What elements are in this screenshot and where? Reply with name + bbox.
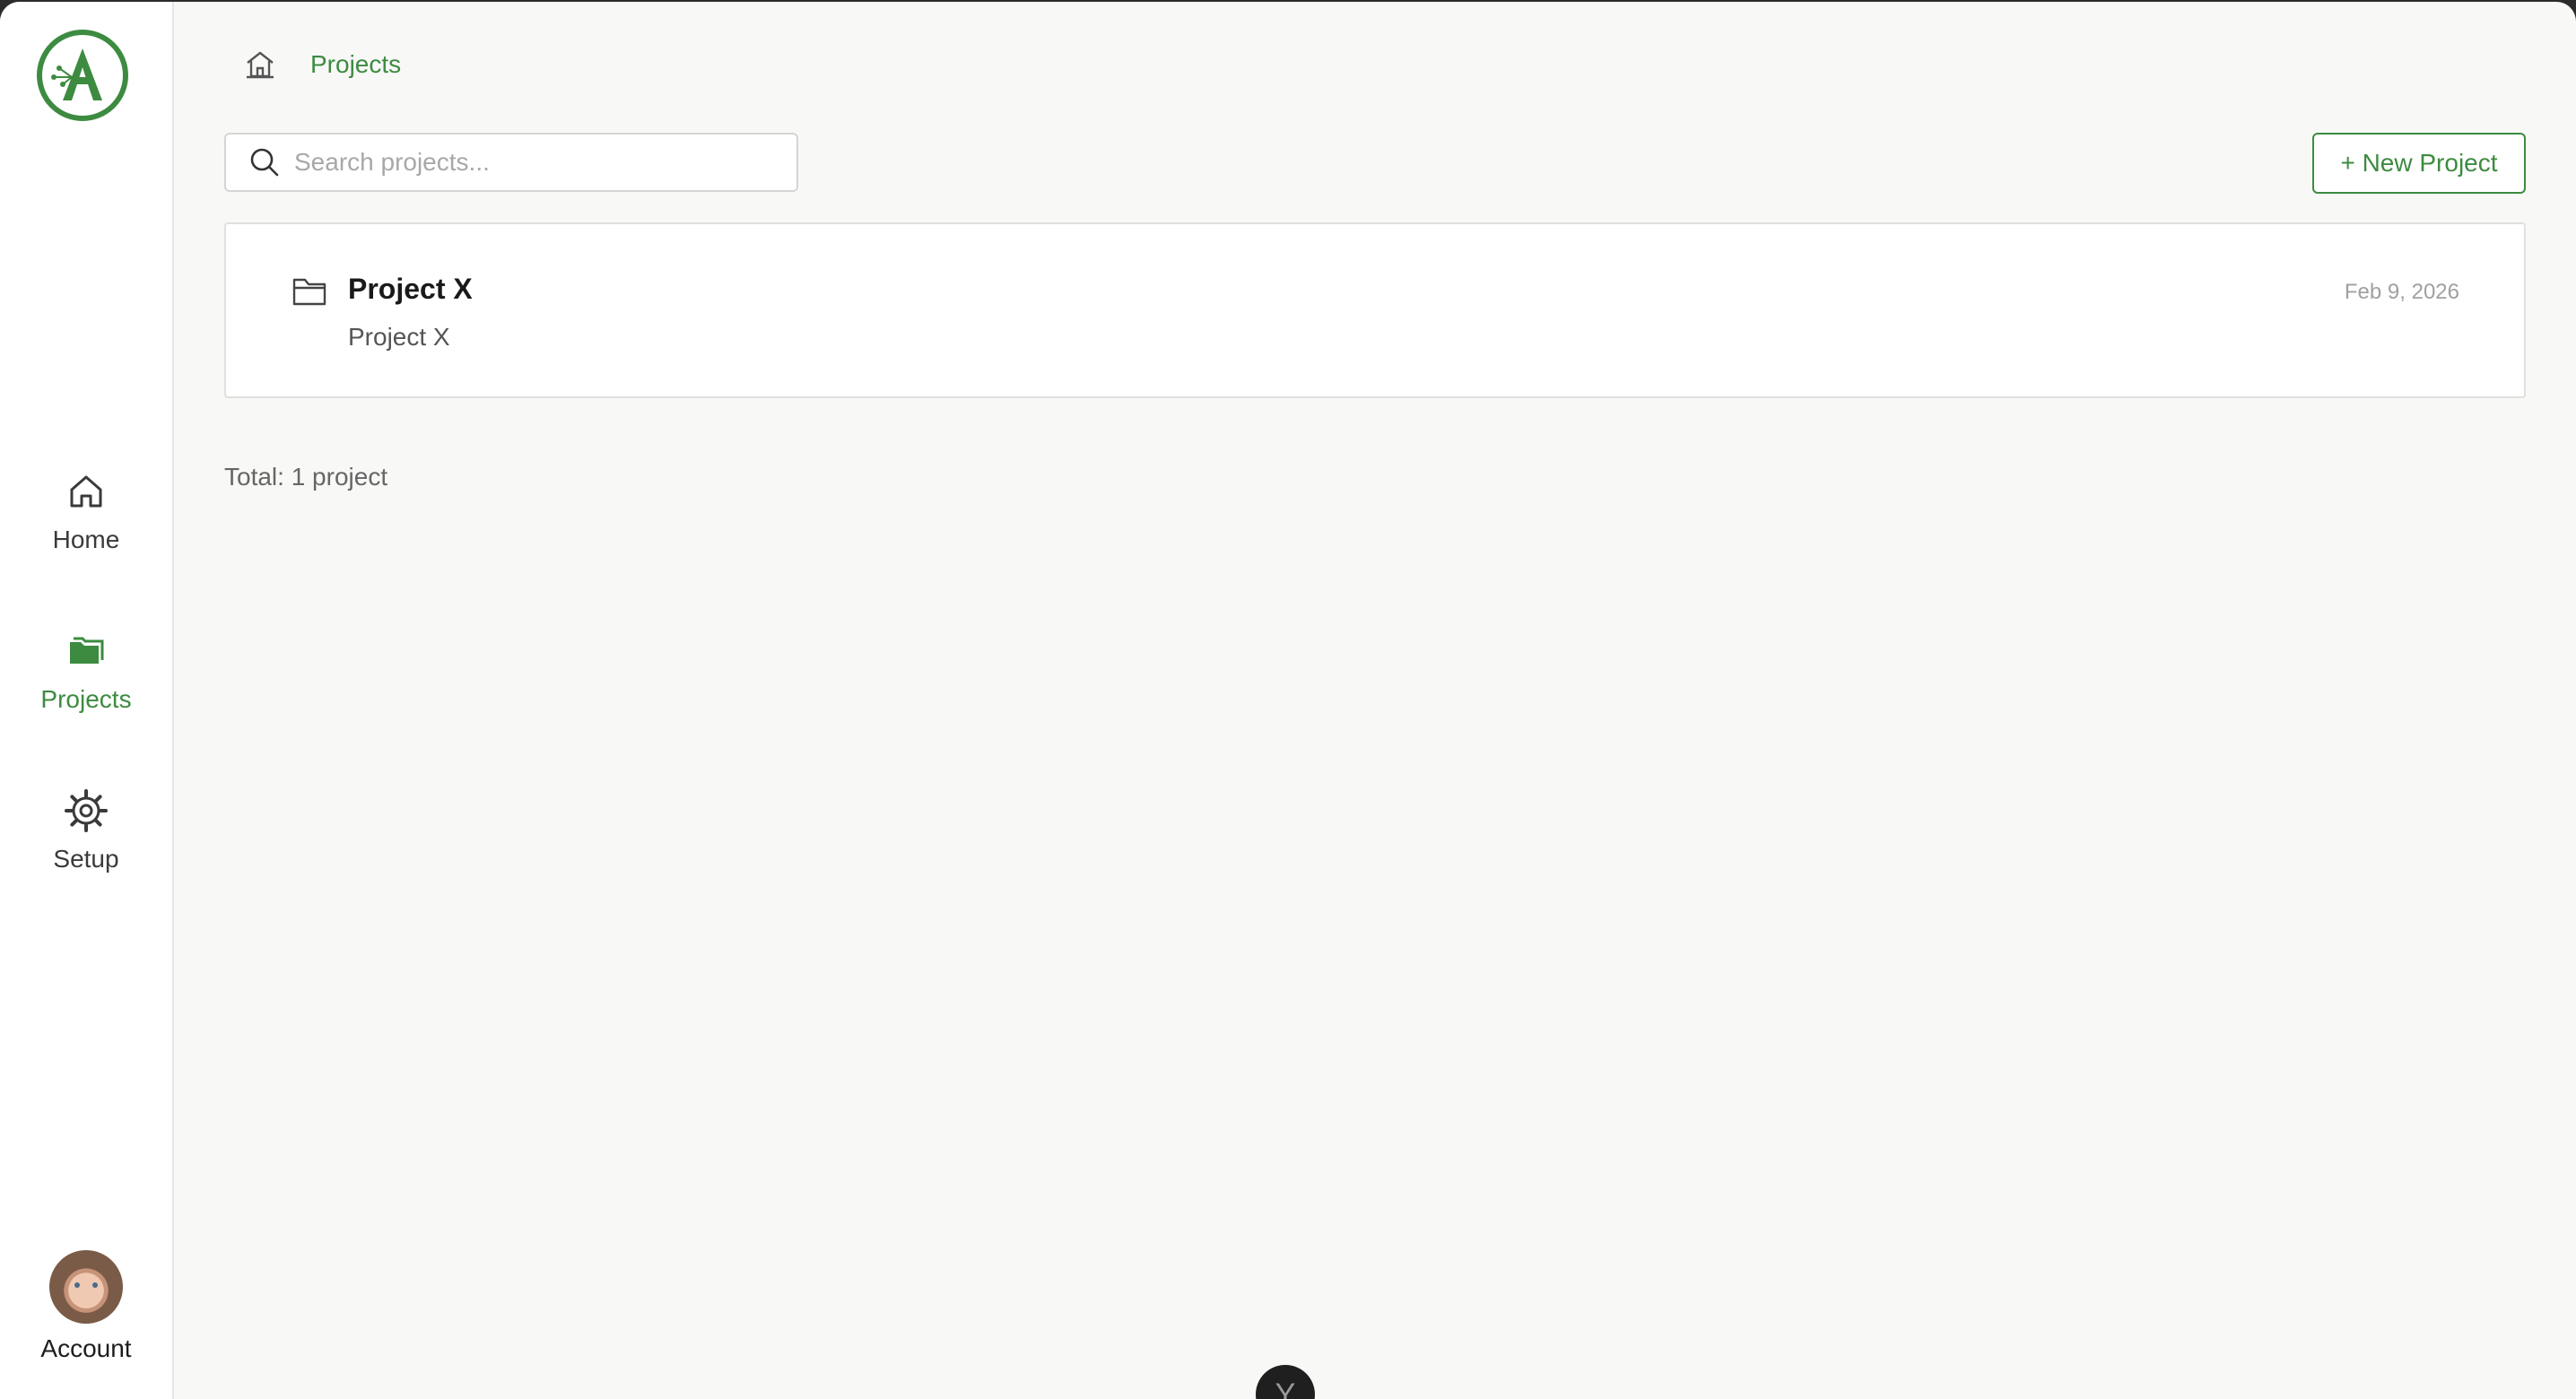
sidebar-item-setup[interactable]: Setup	[0, 787, 172, 904]
home-icon	[70, 475, 102, 508]
sidebar-item-projects[interactable]: Projects	[0, 628, 172, 744]
search-input[interactable]	[292, 147, 762, 178]
project-date: Feb 9, 2026	[2344, 280, 2459, 304]
sidebar: Home Projects Setup Account	[0, 2, 174, 1399]
logo-icon	[37, 30, 128, 121]
project-card[interactable]: Project X Project X Feb 9, 2026	[224, 222, 2526, 398]
folder-outline-icon	[292, 278, 326, 306]
app-window: Home Projects Setup Account Projects Sea…	[0, 2, 2576, 1399]
new-project-button[interactable]: + New Project	[2312, 133, 2526, 194]
account-button[interactable]: Account	[0, 1250, 172, 1363]
sidebar-item-label: Projects	[40, 685, 132, 713]
app-logo[interactable]	[36, 29, 129, 122]
avatar	[49, 1250, 123, 1324]
sidebar-item-home[interactable]: Home	[0, 468, 172, 585]
home-icon[interactable]	[242, 47, 278, 83]
sidebar-item-label: Home	[52, 526, 120, 553]
project-description: Project X	[348, 323, 450, 351]
project-name[interactable]: Project X	[348, 273, 473, 306]
search-box[interactable]	[224, 133, 798, 192]
breadcrumb-current[interactable]: Projects	[310, 50, 401, 79]
project-total: Total: 1 project	[224, 463, 388, 491]
account-label: Account	[40, 1334, 132, 1362]
floating-badge[interactable]: Y	[1256, 1365, 1315, 1399]
folder-icon	[70, 637, 104, 664]
gear-icon	[65, 789, 108, 832]
breadcrumb: Projects	[242, 47, 401, 83]
sidebar-item-label: Setup	[53, 845, 119, 873]
search-icon	[250, 148, 279, 177]
